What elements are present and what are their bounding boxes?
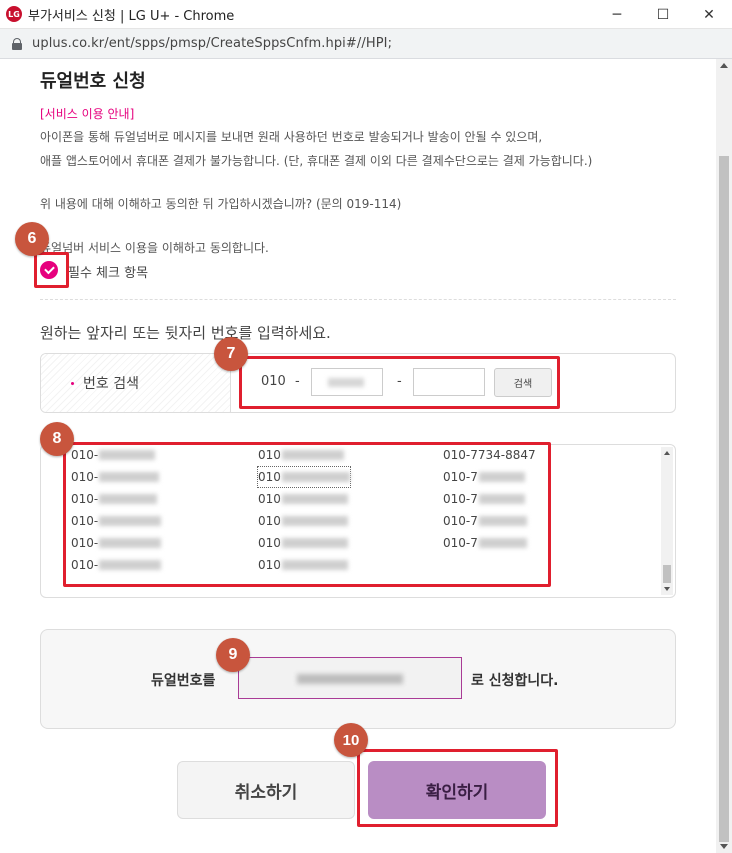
scroll-down-icon[interactable] xyxy=(720,844,728,849)
maximize-button[interactable]: ☐ xyxy=(640,0,686,29)
step-badge-10: 10 xyxy=(334,723,368,757)
search-label-area: 번호 검색 xyxy=(41,354,231,412)
dash-separator: - xyxy=(295,374,300,389)
result-item[interactable]: 010- xyxy=(71,511,162,531)
apply-suffix-text: 로 신청합니다. xyxy=(471,673,559,689)
result-item[interactable]: 010 xyxy=(258,511,348,531)
search-button[interactable]: 검색 xyxy=(494,368,552,397)
step-badge-6: 6 xyxy=(15,222,49,256)
result-item[interactable]: 010 xyxy=(258,555,348,575)
last-number-input[interactable] xyxy=(413,368,485,396)
result-item[interactable]: 010- xyxy=(71,467,160,487)
step-badge-7: 7 xyxy=(214,337,248,371)
address-bar[interactable]: uplus.co.kr/ent/spps/pmsp/CreateSppsCnfm… xyxy=(0,29,732,59)
page-title: 듀얼번호 신청 xyxy=(40,71,146,92)
cancel-button[interactable]: 취소하기 xyxy=(177,761,355,819)
number-result-list[interactable]: 010- 010- 010- 010- 010- 010- 010 010 01… xyxy=(40,444,676,598)
result-item[interactable]: 010 xyxy=(258,445,344,465)
result-item[interactable]: 010-7 xyxy=(443,533,527,553)
result-item[interactable]: 010- xyxy=(71,489,158,509)
window-controls: ─ ☐ ✕ xyxy=(594,0,732,29)
redacted-value xyxy=(328,378,364,387)
minimize-button[interactable]: ─ xyxy=(594,0,640,29)
result-item[interactable]: 010- xyxy=(71,533,162,553)
url-text[interactable]: uplus.co.kr/ent/spps/pmsp/CreateSppsCnfm… xyxy=(32,36,392,51)
scroll-up-icon[interactable] xyxy=(664,451,670,455)
dash-separator: - xyxy=(397,374,402,389)
agree-checkbox[interactable] xyxy=(40,261,58,279)
input-guide: 원하는 앞자리 또는 뒷자리 번호를 입력하세요. xyxy=(40,324,331,342)
result-item[interactable]: 010-7734-8847 xyxy=(443,445,536,465)
result-item[interactable]: 010-7 xyxy=(443,511,527,531)
redacted-value xyxy=(297,674,403,684)
selected-dual-number-field xyxy=(238,657,462,699)
scroll-thumb[interactable] xyxy=(719,156,729,842)
bullet-dot-icon xyxy=(71,382,74,385)
step-badge-8: 8 xyxy=(40,422,74,456)
result-item[interactable]: 010-7 xyxy=(443,467,525,487)
page-scrollbar[interactable] xyxy=(716,59,732,853)
scroll-down-icon[interactable] xyxy=(664,587,670,591)
lg-logo-icon: LG xyxy=(6,6,22,22)
notice-line: 아이폰을 통해 듀얼넘버로 메시지를 보내면 원래 사용하던 번호로 발송되거나… xyxy=(40,130,543,144)
required-label: 필수 체크 항목 xyxy=(68,266,149,281)
result-item[interactable]: 010- xyxy=(71,445,156,465)
result-item[interactable]: 010-7 xyxy=(443,489,525,509)
step-badge-9: 9 xyxy=(216,638,250,672)
window-title: 부가서비스 신청 | LG U+ - Chrome xyxy=(28,8,235,24)
window-titlebar: LG 부가서비스 신청 | LG U+ - Chrome ─ ☐ ✕ xyxy=(0,0,732,29)
scroll-up-icon[interactable] xyxy=(720,63,728,68)
result-item[interactable]: 010- xyxy=(71,555,162,575)
search-label: 번호 검색 xyxy=(83,376,139,392)
apply-prefix-text: 듀얼번호를 xyxy=(151,673,216,689)
result-scrollbar[interactable] xyxy=(661,447,673,595)
confirm-button[interactable]: 확인하기 xyxy=(368,761,546,819)
number-prefix: 010 xyxy=(261,374,286,389)
lock-icon xyxy=(12,37,22,50)
apply-summary-box: 듀얼번호를 로 신청합니다. xyxy=(40,629,676,729)
notice-line: 애플 앱스토어에서 휴대폰 결제가 불가능합니다. (단, 휴대폰 결제 이외 … xyxy=(40,154,593,168)
close-button[interactable]: ✕ xyxy=(686,0,732,29)
number-search-box: 번호 검색 010 - - 검색 xyxy=(40,353,676,413)
result-item-focused[interactable]: 010 xyxy=(257,466,351,488)
notice-label: [서비스 이용 안내] xyxy=(40,107,135,121)
agree-text: 듀얼넘버 서비스 이용을 이해하고 동의합니다. xyxy=(40,241,269,255)
agreement-question: 위 내용에 대해 이해하고 동의한 뒤 가입하시겠습니까? (문의 019-11… xyxy=(40,197,402,211)
divider xyxy=(40,299,676,300)
scroll-thumb[interactable] xyxy=(663,565,671,583)
result-item[interactable]: 010 xyxy=(258,533,348,553)
middle-number-input[interactable] xyxy=(311,368,383,396)
result-item[interactable]: 010 xyxy=(258,489,348,509)
